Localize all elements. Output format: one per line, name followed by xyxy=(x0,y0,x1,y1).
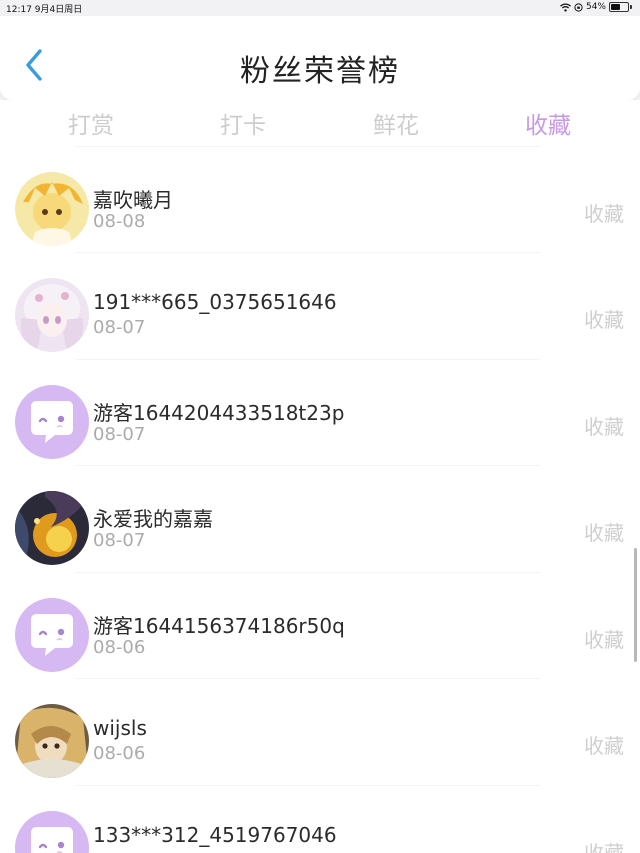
avatar[interactable] xyxy=(15,811,89,853)
battery-icon xyxy=(609,2,629,12)
status-bar: 12:17 9月4日周日 54% xyxy=(0,0,640,16)
nickname: 191***665_0375651646 xyxy=(93,290,337,314)
nickname: 游客1644156374186r50q xyxy=(93,614,345,638)
action-type-label: 收藏 xyxy=(584,202,624,226)
battery-percent: 54% xyxy=(585,2,606,12)
date: 08-07 xyxy=(93,317,146,338)
date: 08-06 xyxy=(93,743,146,764)
action-type-label: 收藏 xyxy=(584,521,624,545)
date: 08-07 xyxy=(93,530,146,551)
divider xyxy=(76,785,540,786)
avatar[interactable] xyxy=(15,598,89,672)
list-item[interactable]: wijsls 08-06 收藏 xyxy=(0,678,640,784)
tab-reward[interactable]: 打赏 xyxy=(41,106,141,140)
divider xyxy=(76,678,540,679)
wifi-icon xyxy=(560,2,571,12)
date: 08-07 xyxy=(93,424,146,445)
nickname: 游客1644204433518t23p xyxy=(93,401,345,425)
status-indicators: 54% xyxy=(560,2,632,12)
tab-bar: 打赏 打卡 鲜花 收藏 xyxy=(0,100,640,146)
nickname: wijsls xyxy=(93,716,147,740)
guest-avatar-icon xyxy=(15,598,89,672)
action-type-label: 收藏 xyxy=(584,734,624,758)
nickname: 133***312_4519767046 xyxy=(93,823,337,847)
divider xyxy=(76,146,540,147)
list-item[interactable]: 嘉吹曦月 08-08 收藏 xyxy=(0,146,640,252)
action-type-label: 收藏 xyxy=(584,841,624,853)
divider xyxy=(76,572,540,573)
tab-flowers[interactable]: 鲜花 xyxy=(346,106,446,140)
avatar[interactable] xyxy=(15,172,89,246)
list-item[interactable]: 133***312_4519767046 收藏 xyxy=(0,785,640,853)
list-item[interactable]: 191***665_0375651646 08-07 收藏 xyxy=(0,252,640,358)
list-item[interactable]: 游客1644156374186r50q 08-06 收藏 xyxy=(0,572,640,678)
fan-list[interactable]: 嘉吹曦月 08-08 收藏 191***665_0375651646 08-07… xyxy=(0,146,640,853)
divider xyxy=(76,359,540,360)
tab-checkin[interactable]: 打卡 xyxy=(193,106,293,140)
page-title: 粉丝荣誉榜 xyxy=(240,54,400,89)
avatar[interactable] xyxy=(15,491,89,565)
nickname: 永爱我的嘉嘉 xyxy=(93,507,213,531)
divider xyxy=(76,465,540,466)
guest-avatar-icon xyxy=(15,385,89,459)
action-type-label: 收藏 xyxy=(584,308,624,332)
list-item[interactable]: 游客1644204433518t23p 08-07 收藏 xyxy=(0,359,640,465)
action-type-label: 收藏 xyxy=(584,628,624,652)
navigation-bar: 粉丝荣誉榜 xyxy=(0,16,640,100)
guest-avatar-icon xyxy=(15,811,89,853)
nickname: 嘉吹曦月 xyxy=(93,188,173,212)
avatar[interactable] xyxy=(15,385,89,459)
avatar[interactable] xyxy=(15,278,89,352)
action-type-label: 收藏 xyxy=(584,415,624,439)
date: 08-08 xyxy=(93,211,146,232)
divider xyxy=(76,252,540,253)
avatar[interactable] xyxy=(15,704,89,778)
status-time: 12:17 9月4日周日 xyxy=(6,5,83,15)
tab-favorites[interactable]: 收藏 xyxy=(498,106,598,140)
scrollbar[interactable] xyxy=(634,548,637,662)
list-item[interactable]: 永爱我的嘉嘉 08-07 收藏 xyxy=(0,465,640,571)
orientation-lock-icon xyxy=(574,2,583,12)
date: 08-06 xyxy=(93,637,146,658)
